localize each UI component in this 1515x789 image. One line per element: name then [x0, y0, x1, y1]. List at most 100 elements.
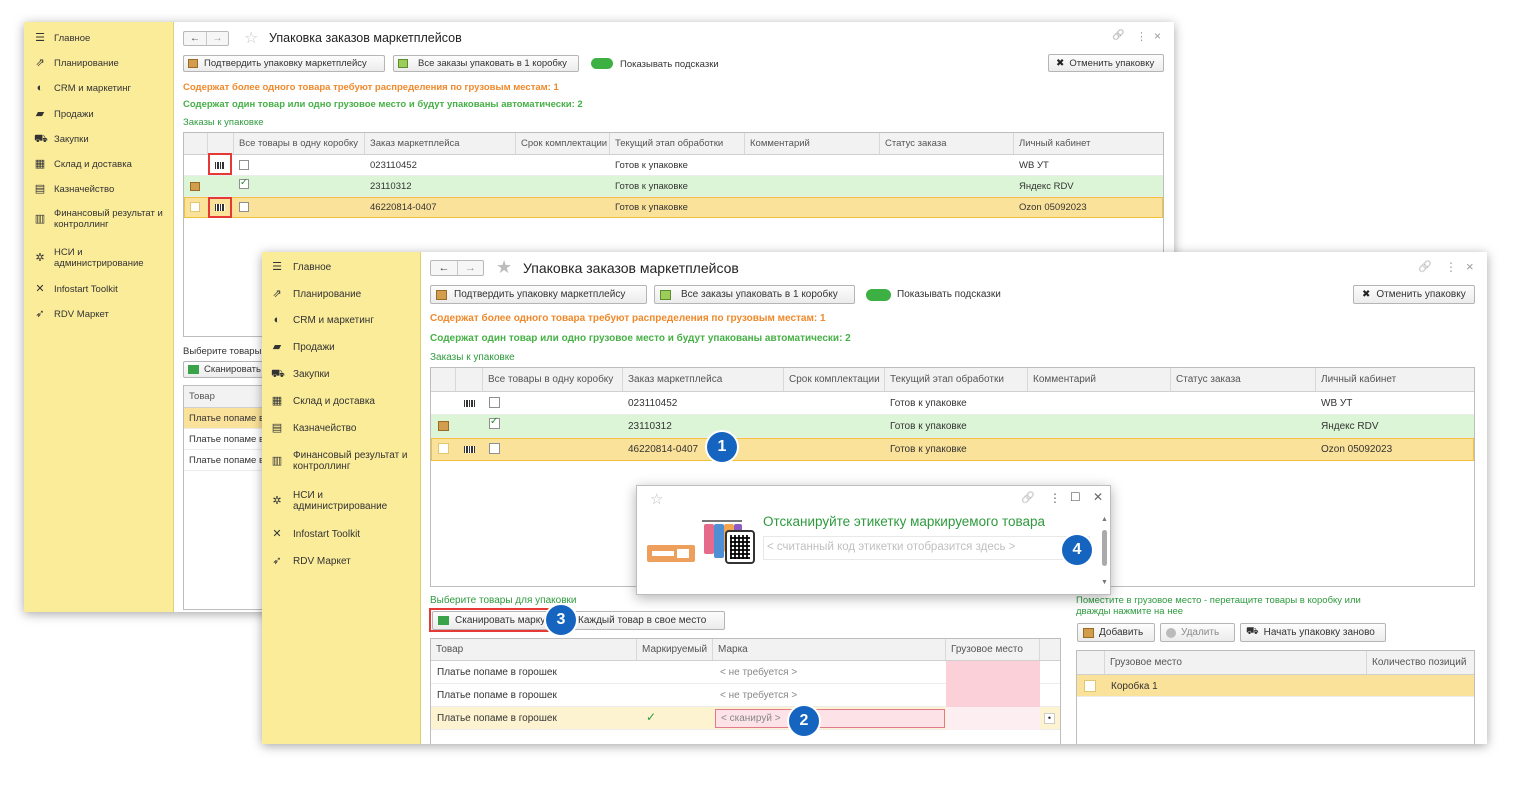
popup-maximize-icon[interactable]: ☐ [1070, 490, 1081, 504]
all-in-one-checkbox[interactable] [239, 177, 249, 189]
sidebar-item-toolkit[interactable]: ✕ Infostart Toolkit [34, 282, 173, 296]
confirm-button[interactable]: Подтвердить упаковку маркетплейсу [183, 55, 385, 72]
cargo-cell[interactable] [946, 661, 1040, 684]
cargo-cell[interactable] [946, 684, 1040, 707]
link-icon[interactable]: 🔗 [1112, 30, 1124, 41]
popup-scrollbar[interactable]: ▲ ▼ [1101, 516, 1108, 586]
box-select-checkbox[interactable] [1084, 680, 1096, 692]
delete-box-button[interactable]: Удалить [1160, 623, 1235, 642]
all-in-one-checkbox[interactable] [489, 416, 500, 429]
sidebar-item-crm[interactable]: ◐ CRM и маркетинг [271, 313, 420, 327]
table-row[interactable]: Коробка 1 [1077, 675, 1474, 697]
sidebar-item-planning[interactable]: ⇗ Планирование [271, 287, 420, 301]
cargo-cell[interactable] [946, 707, 1040, 730]
hints-toggle[interactable] [866, 289, 891, 301]
sidebar-item-rdv[interactable]: ➶ RDV Маркет [271, 554, 420, 568]
sidebar-item-crm[interactable]: ◐ CRM и маркетинг [34, 81, 173, 95]
header-cell[interactable]: Срок комплектации [784, 368, 885, 391]
table-row[interactable]: 023110452 Готов к упаковке WB УТ [431, 392, 1474, 415]
table-row[interactable]: 23110312 Готов к упаковке Яндекс RDV [431, 415, 1474, 438]
header-cell[interactable]: Товар [431, 639, 637, 660]
sidebar-item-main[interactable]: ☰ Главное [34, 31, 173, 45]
row-select-checkbox[interactable] [438, 443, 449, 454]
all-in-one-checkbox[interactable] [239, 202, 249, 212]
sidebar-item-planning[interactable]: ⇗ Планирование [34, 56, 173, 70]
header-cell[interactable]: Личный кабинет [1014, 133, 1163, 154]
table-row[interactable]: Платье попаме в [184, 408, 272, 429]
header-cell[interactable]: Текущий этап обработки [610, 133, 745, 154]
close-icon[interactable]: × [1466, 259, 1474, 274]
back-button[interactable]: ← [431, 261, 457, 275]
header-cell[interactable]: Личный кабинет [1316, 368, 1474, 391]
header-cell[interactable]: Статус заказа [1171, 368, 1316, 391]
confirm-button[interactable]: Подтвердить упаковку маркетплейсу [430, 285, 647, 304]
sidebar-item-finance[interactable]: ▥ Финансовый результат и контроллинг [34, 207, 173, 231]
sidebar-item-purchases[interactable]: ⛟ Закупки [271, 367, 420, 381]
header-cell[interactable]: Маркируемый [637, 639, 713, 660]
barcode-icon[interactable] [464, 446, 475, 453]
mark-input[interactable]: < сканируй > [715, 709, 945, 728]
header-cell[interactable]: Количество позиций [1367, 651, 1474, 674]
more-icon[interactable]: ⋮ [1445, 260, 1457, 274]
sidebar-item-sales[interactable]: ▰ Продажи [34, 107, 173, 121]
sidebar-item-treasury[interactable]: ▤ Казначейство [34, 182, 173, 196]
scan-code-field[interactable]: < считанный код этикетки отобразится зде… [763, 536, 1090, 560]
cancel-button[interactable]: ✖ Отменить упаковку [1353, 285, 1475, 304]
sidebar-item-purchases[interactable]: ⛟ Закупки [34, 132, 173, 146]
header-cell[interactable]: Заказ маркетплейса [623, 368, 784, 391]
each-item-button[interactable]: Каждый товар в свое место [557, 611, 725, 630]
favorite-star-icon[interactable]: ☆ [244, 28, 258, 48]
table-row[interactable]: 23110312 Готов к упаковке Яндекс RDV [184, 176, 1163, 197]
popup-star-icon[interactable]: ☆ [650, 490, 663, 508]
table-row[interactable]: Платье попаме в горошек ✓ < сканируй > • [431, 707, 1060, 730]
sidebar-item-rdv[interactable]: ➶ RDV Маркет [34, 307, 173, 321]
sidebar-item-warehouse[interactable]: ▦ Склад и доставка [271, 394, 420, 408]
sidebar-item-nsi[interactable]: ✲ НСИ и администрирование [271, 488, 420, 514]
table-row[interactable]: 023110452 Готов к упаковке WB УТ [184, 155, 1163, 176]
table-row[interactable]: 46220814-0407 Готов к упаковке Ozon 0509… [431, 438, 1474, 461]
table-row[interactable]: Платье попаме в горошек < не требуется > [431, 661, 1060, 684]
header-cell[interactable]: Статус заказа [880, 133, 1014, 154]
all-in-one-checkbox[interactable] [489, 397, 500, 408]
table-row[interactable]: Платье попаме в [184, 450, 272, 471]
more-icon[interactable]: ⋮ [1136, 30, 1147, 43]
favorite-star-icon[interactable]: ★ [496, 257, 512, 278]
table-row[interactable]: Платье попаме в горошек < не требуется > [431, 684, 1060, 707]
header-cell[interactable]: Все товары в одну коробку [234, 133, 365, 154]
forward-button[interactable]: → [457, 261, 483, 275]
table-row[interactable]: 46220814-0407 Готов к упаковке Ozon 0509… [184, 197, 1163, 218]
all-in-one-checkbox[interactable] [239, 160, 249, 170]
restart-packing-button[interactable]: ⛟ Начать упаковку заново [1240, 623, 1386, 642]
scan-button[interactable]: Сканировать [183, 361, 273, 378]
sidebar-item-treasury[interactable]: ▤ Казначейство [271, 421, 420, 435]
hints-toggle[interactable] [591, 58, 613, 69]
sidebar-item-main[interactable]: ☰ Главное [271, 260, 420, 274]
sidebar-item-toolkit[interactable]: ✕ Infostart Toolkit [271, 527, 420, 541]
header-cell[interactable]: Грузовое место [1105, 651, 1367, 674]
popup-close-icon[interactable]: ✕ [1093, 490, 1103, 504]
all-in-one-checkbox[interactable] [489, 443, 500, 454]
popup-more-icon[interactable]: ⋮ [1049, 491, 1061, 505]
cancel-button[interactable]: ✖ Отменить упаковку [1048, 54, 1164, 72]
popup-link-icon[interactable]: 🔗 [1021, 491, 1035, 504]
header-cell[interactable]: Текущий этап обработки [885, 368, 1028, 391]
sidebar-item-sales[interactable]: ▰ Продажи [271, 340, 420, 354]
sidebar-item-finance[interactable]: ▥ Финансовый результат и контроллинг [271, 448, 420, 474]
header-cell[interactable]: Заказ маркетплейса [365, 133, 516, 154]
link-icon[interactable]: 🔗 [1418, 260, 1432, 273]
table-row[interactable]: Платье попаме в [184, 429, 272, 450]
row-select-checkbox[interactable] [190, 202, 200, 212]
forward-button[interactable]: → [206, 32, 228, 45]
barcode-icon[interactable] [464, 400, 475, 407]
header-cell[interactable]: Комментарий [745, 133, 880, 154]
add-box-button[interactable]: Добавить [1077, 623, 1155, 642]
pack-all-button[interactable]: Все заказы упаковать в 1 коробку [654, 285, 855, 304]
sidebar-item-warehouse[interactable]: ▦ Склад и доставка [34, 157, 173, 171]
dot-icon[interactable]: • [1044, 713, 1055, 724]
header-cell[interactable]: Комментарий [1028, 368, 1171, 391]
header-cell[interactable]: Грузовое место [946, 639, 1040, 660]
header-cell[interactable]: Все товары в одну коробку [483, 368, 623, 391]
pack-all-button[interactable]: Все заказы упаковать в 1 коробку [393, 55, 579, 72]
header-cell[interactable]: Марка [713, 639, 946, 660]
back-button[interactable]: ← [184, 32, 206, 45]
